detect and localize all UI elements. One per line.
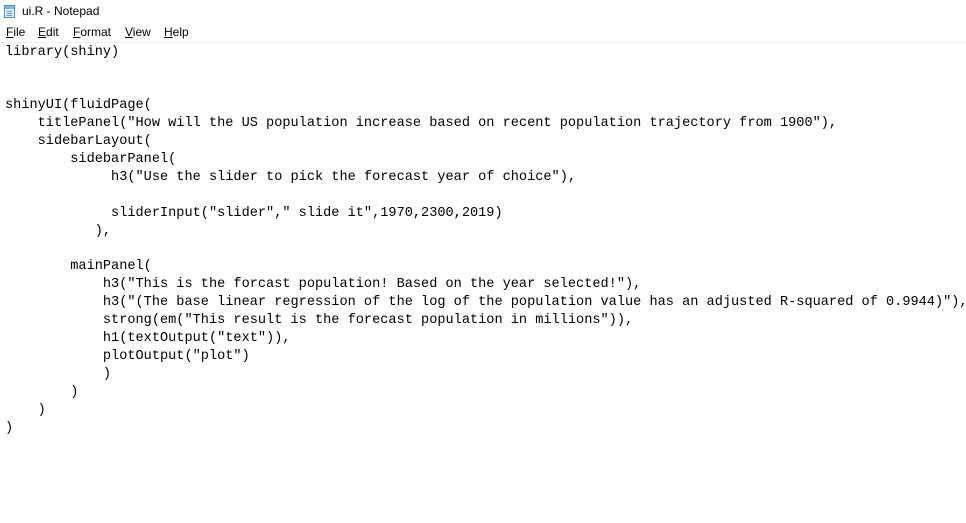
code-line-7: sidebarPanel(	[5, 152, 177, 167]
code-line-20: )	[5, 385, 79, 400]
text-editor-area[interactable]: library(shiny) shinyUI(fluidPage( titleP…	[0, 43, 966, 523]
code-line-22: )	[5, 421, 14, 436]
notepad-icon	[4, 5, 15, 18]
menu-help-label: elp	[172, 25, 189, 39]
code-line-21: )	[5, 403, 46, 418]
code-line-11: ),	[5, 224, 112, 239]
menu-view-mnemonic: V	[125, 25, 133, 39]
menu-view[interactable]: View	[124, 25, 152, 40]
window-title: ui.R - Notepad	[22, 4, 100, 18]
code-line-1: library(shiny)	[5, 45, 120, 60]
menu-format[interactable]: Format	[72, 25, 112, 40]
menu-file-label: ile	[13, 25, 26, 39]
menu-help[interactable]: Help	[163, 25, 190, 40]
code-line-10: sliderInput("slider"," slide it",1970,23…	[5, 206, 503, 221]
code-line-5: titlePanel("How will the US population i…	[5, 116, 838, 131]
title-bar: ui.R - Notepad	[0, 0, 966, 23]
code-line-19: )	[5, 367, 112, 382]
menu-edit[interactable]: Edit	[37, 25, 60, 40]
menu-file[interactable]: File	[5, 25, 26, 40]
menu-format-label: ormat	[80, 25, 112, 39]
code-line-13: mainPanel(	[5, 259, 152, 274]
code-line-8: h3("Use the slider to pick the forecast …	[5, 170, 577, 185]
menu-view-label: iew	[132, 25, 151, 39]
code-line-17: h1(textOutput("text")),	[5, 331, 291, 346]
code-line-14: h3("This is the forcast population! Base…	[5, 277, 642, 292]
code-line-18: plotOutput("plot")	[5, 349, 250, 364]
code-line-4: shinyUI(fluidPage(	[5, 98, 152, 113]
menu-help-mnemonic: H	[164, 25, 173, 39]
menu-edit-label: dit	[46, 25, 59, 39]
menu-bar: File Edit Format View Help	[0, 23, 966, 43]
code-line-6: sidebarLayout(	[5, 134, 152, 149]
code-line-15: h3("(The base linear regression of the l…	[5, 295, 966, 310]
code-line-16: strong(em("This result is the forecast p…	[5, 313, 634, 328]
menu-edit-mnemonic: E	[38, 25, 47, 39]
